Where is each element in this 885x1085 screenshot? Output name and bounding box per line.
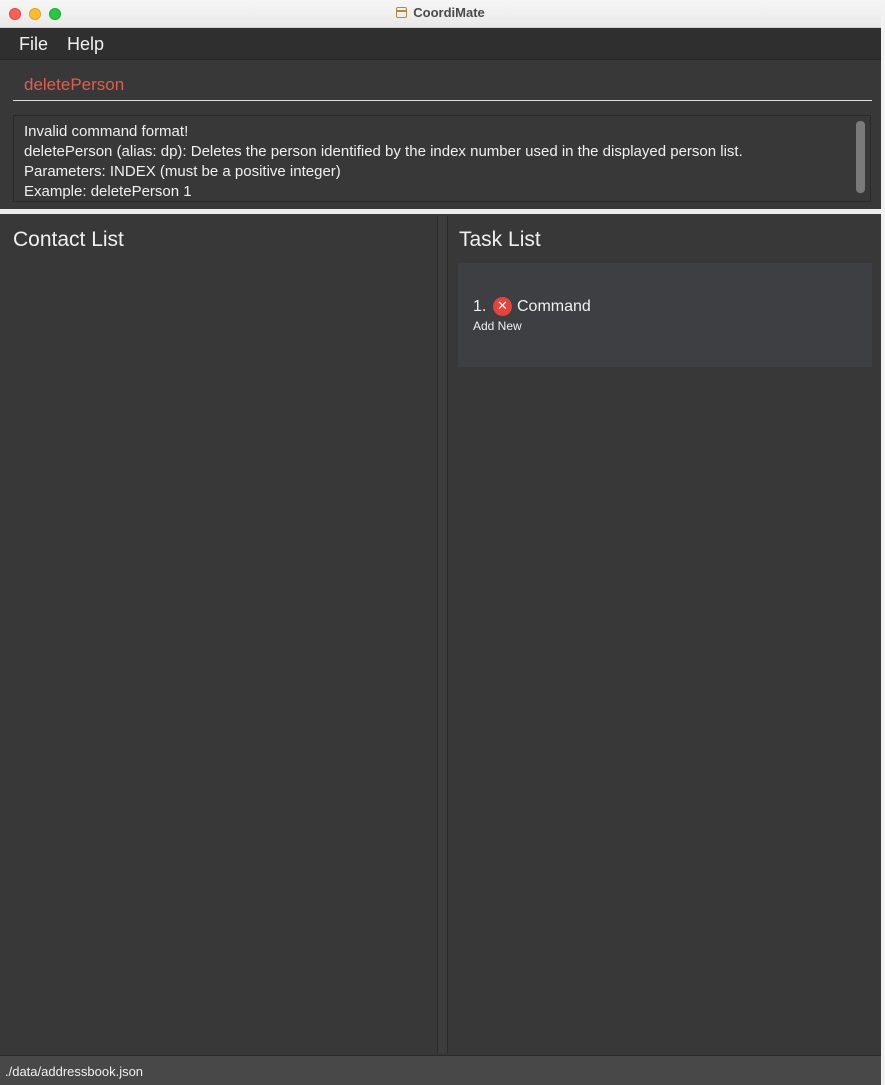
result-display: Invalid command format! deletePerson (al… [13, 115, 871, 202]
task-description: Add New [473, 319, 522, 333]
save-location-path: ./data/addressbook.json [5, 1064, 144, 1079]
task-list-panel: Task List 1. ✕ Command Add New [447, 216, 881, 1053]
calendar-icon [396, 7, 408, 18]
window-edge [881, 0, 885, 1085]
window-title-group: CoordiMate [0, 5, 881, 20]
task-title: Command [517, 298, 591, 315]
result-message: Invalid command format! deletePerson (al… [24, 123, 743, 200]
contact-list-title: Contact List [13, 228, 124, 251]
x-circle-icon: ✕ [493, 297, 512, 316]
title-bar: CoordiMate [0, 0, 881, 28]
menu-bar: File Help [0, 28, 881, 60]
menu-file[interactable]: File [19, 34, 48, 55]
app-window: CoordiMate File Help Invalid command for… [0, 0, 881, 1085]
task-list-title: Task List [459, 228, 541, 251]
result-scrollbar[interactable] [856, 121, 865, 193]
contact-list-panel: Contact List [2, 216, 438, 1053]
menu-help[interactable]: Help [67, 34, 104, 55]
panel-split-handle[interactable] [438, 216, 447, 1053]
status-bar: ./data/addressbook.json [0, 1055, 881, 1085]
task-index: 1. [473, 298, 487, 315]
section-divider [0, 209, 881, 214]
command-box [0, 60, 881, 110]
command-input[interactable] [13, 70, 872, 101]
window-title: CoordiMate [413, 5, 485, 20]
task-card[interactable]: 1. ✕ Command Add New [458, 263, 872, 367]
